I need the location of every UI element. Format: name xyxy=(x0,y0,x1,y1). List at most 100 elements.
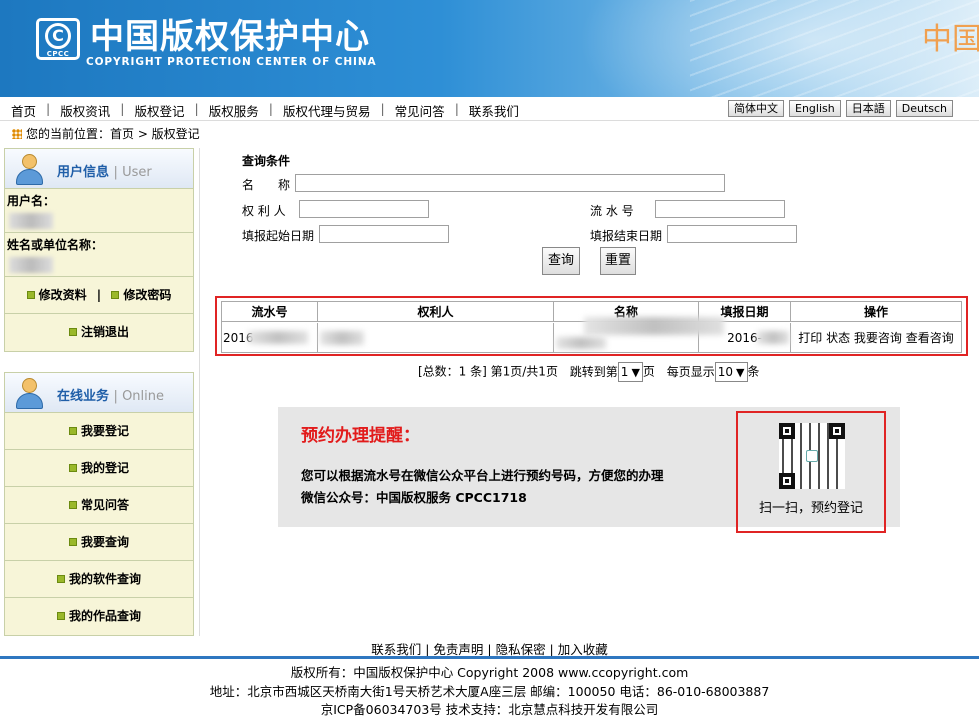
username-value-redacted xyxy=(9,213,53,229)
start-date-label: 填报起始日期 xyxy=(242,229,315,243)
bullet-icon xyxy=(56,575,65,583)
sidebar-item-register[interactable]: 我要登记 xyxy=(5,413,193,450)
sidebar-item-query[interactable]: 我要查询 xyxy=(5,524,193,561)
qr-caption: 扫一扫，预约登记 xyxy=(758,501,863,516)
col-owner: 权利人 xyxy=(318,302,554,321)
results-highlight: 流水号 权利人 名称 填报日期 操作 2016 2016- 打印 状态 我要咨询… xyxy=(215,296,968,356)
owner-redacted xyxy=(320,331,364,345)
user-avatar-icon xyxy=(13,152,45,186)
nav-separator: | xyxy=(46,101,51,116)
lang-chinese-button[interactable]: 简体中文 xyxy=(728,100,784,117)
footer-icp: 京ICP备06034703号 技术支持：北京慧点科技开发有限公司 xyxy=(320,702,659,717)
bullet-icon xyxy=(68,464,77,472)
edit-profile-link[interactable]: 修改资料 xyxy=(39,288,87,302)
sidebar-item-label: 我要登记 xyxy=(80,424,129,438)
breadcrumb-dots-icon xyxy=(12,129,22,139)
name-input[interactable] xyxy=(295,174,725,192)
footer-divider xyxy=(0,656,979,659)
cell-actions: 打印 状态 我要咨询 查看咨询 xyxy=(791,323,961,353)
page-select[interactable]: 1 ▼ xyxy=(617,362,643,382)
bullet-icon xyxy=(26,291,35,299)
ask-link[interactable]: 我要咨询 xyxy=(854,331,902,345)
nav-item-services[interactable]: 版权服务 xyxy=(209,101,259,120)
lang-japanese-button[interactable]: 日本語 xyxy=(845,100,891,117)
online-panel-header: 在线业务 | Online xyxy=(5,373,193,413)
user-panel-header: 用户信息 | User xyxy=(5,149,193,189)
bullet-icon xyxy=(68,427,77,435)
end-date-input[interactable] xyxy=(667,225,797,243)
language-switcher: 简体中文 English 日本語 Deutsch xyxy=(728,100,954,117)
nav-separator: | xyxy=(380,101,385,116)
name-value-redacted xyxy=(9,257,53,273)
notice-title: 预约办理提醒： xyxy=(301,426,420,446)
cell-serial: 2016 xyxy=(222,323,318,353)
status-link[interactable]: 状态 xyxy=(826,331,850,345)
nav-separator: | xyxy=(454,101,459,116)
user-panel-title-en-text: User xyxy=(122,165,152,180)
sidebar-item-software-query[interactable]: 我的软件查询 xyxy=(5,561,193,598)
owner-input[interactable] xyxy=(299,200,429,218)
main-nav: 首页 | 版权资讯 | 版权登记 | 版权服务 | 版权代理与贸易 | 常见问答 | 联系我… xyxy=(0,97,979,121)
col-serial: 流水号 xyxy=(222,302,318,321)
qr-finder xyxy=(779,423,795,439)
sidebar-item-label: 我的作品查询 xyxy=(68,609,141,623)
header-right-text: 中国 xyxy=(922,22,979,57)
cpcc-logo-icon[interactable]: C CPCC xyxy=(36,18,80,60)
query-button[interactable]: 查询 xyxy=(542,247,580,275)
sidebar-item-label: 我的软件查询 xyxy=(68,572,141,586)
nav-item-news[interactable]: 版权资讯 xyxy=(60,101,110,120)
bullet-icon xyxy=(56,612,65,620)
bullet-icon xyxy=(68,501,77,509)
col-actions: 操作 xyxy=(863,305,888,319)
notice-line-1: 您可以根据流水号在微信公众平台上进行预约号码，方便您的办理 xyxy=(301,468,664,483)
online-business-panel: 在线业务 | Online 我要登记 我的登记 常见问答 我要查询 我的软件查询… xyxy=(4,372,194,636)
nav-item-registration[interactable]: 版权登记 xyxy=(134,101,184,120)
sidebar-item-works-query[interactable]: 我的作品查询 xyxy=(5,598,193,635)
per-page-label: 每页显示 xyxy=(666,364,715,379)
view-consult-link[interactable]: 查看咨询 xyxy=(906,331,954,345)
chevron-down-icon: ▼ xyxy=(736,366,745,379)
print-link[interactable]: 打印 xyxy=(798,331,822,345)
start-date-input[interactable] xyxy=(319,225,449,243)
site-header: C CPCC 中国版权保护中心 COPYRIGHT PROTECTION CEN… xyxy=(0,0,979,97)
user-panel-title: 用户信息 | User xyxy=(57,161,152,180)
online-panel-title-cn: 在线业务 xyxy=(57,389,110,404)
lang-german-button[interactable]: Deutsch xyxy=(895,100,954,117)
reset-button[interactable]: 重置 xyxy=(600,247,636,275)
online-panel-title-en: | Online xyxy=(113,389,164,404)
logo-cpcc-text: CPCC xyxy=(46,50,70,58)
name-label: 姓名或单位名称： xyxy=(7,238,104,252)
sidebar-item-my-registrations[interactable]: 我的登记 xyxy=(5,450,193,487)
search-form: 查询条件 xyxy=(242,152,802,169)
per-page-suffix: 条 xyxy=(747,364,760,379)
change-password-link[interactable]: 修改密码 xyxy=(123,288,171,302)
online-panel-title: 在线业务 | Online xyxy=(57,385,164,404)
nav-items: 首页 | 版权资讯 | 版权登记 | 版权服务 | 版权代理与贸易 | 常见问答 | 联系我… xyxy=(11,101,519,120)
profile-links-row: 修改资料 | 修改密码 xyxy=(5,277,193,314)
per-page-select[interactable]: 10 ▼ xyxy=(714,362,748,382)
jump-label: 跳转到第 xyxy=(569,364,618,379)
nav-item-home[interactable]: 首页 xyxy=(11,101,36,120)
qr-logo xyxy=(806,450,818,462)
end-date-label: 填报结束日期 xyxy=(590,229,663,243)
name-row: 姓名或单位名称： xyxy=(5,233,193,277)
nav-item-faq[interactable]: 常见问答 xyxy=(395,101,445,120)
serial-input[interactable] xyxy=(655,200,785,218)
logout-link[interactable]: 注销退出 xyxy=(81,325,129,339)
cell-date: 2016- xyxy=(699,323,791,353)
sidebar-item-label: 我的登记 xyxy=(80,461,129,475)
username-label: 用户名： xyxy=(7,194,56,208)
nav-item-contact[interactable]: 联系我们 xyxy=(469,101,519,120)
sidebar-item-faq[interactable]: 常见问答 xyxy=(5,487,193,524)
lang-english-button[interactable]: English xyxy=(789,100,841,117)
name-redacted-2 xyxy=(556,337,606,349)
online-avatar-icon xyxy=(13,376,45,410)
bullet-icon xyxy=(68,328,77,336)
per-page-select-value: 10 xyxy=(717,365,734,379)
nav-item-agency-trade[interactable]: 版权代理与贸易 xyxy=(283,101,371,120)
bullet-icon xyxy=(111,291,120,299)
logout-row[interactable]: 注销退出 xyxy=(5,314,193,351)
results-table: 流水号 权利人 名称 填报日期 操作 2016 2016- 打印 状态 我要咨询… xyxy=(221,301,962,353)
serial-redacted xyxy=(248,331,308,344)
cell-owner xyxy=(318,323,554,353)
